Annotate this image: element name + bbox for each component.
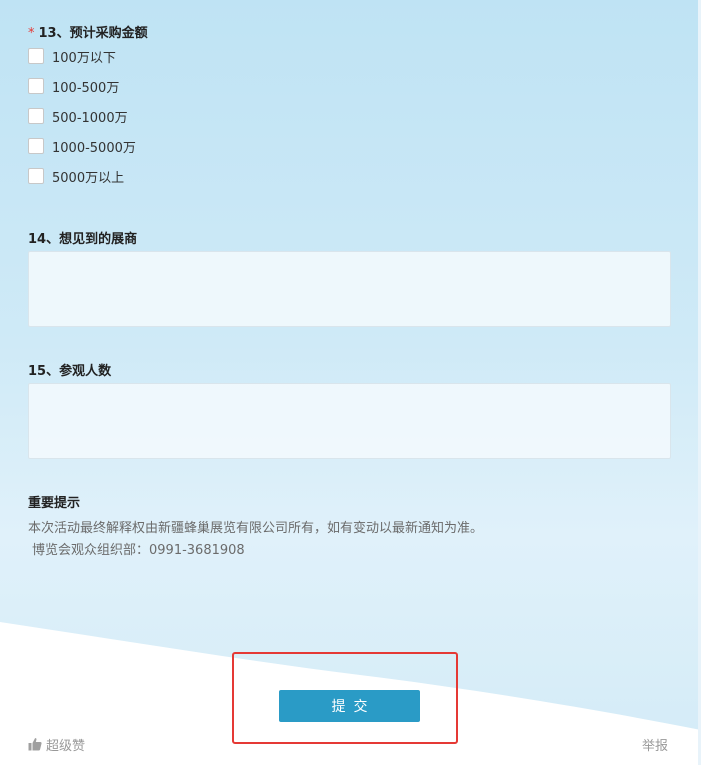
survey-form: * 13、预计采购金额 100万以下 100-500万 500-1000万 100… — [0, 0, 701, 765]
notice-title: 重要提示 — [28, 496, 81, 511]
checkbox[interactable] — [28, 48, 44, 64]
like-label: 超级赞 — [46, 738, 86, 754]
option-5m-10m[interactable]: 500-1000万 — [28, 107, 128, 126]
submit-button[interactable]: 提交 — [279, 690, 420, 722]
question-13-title: * 13、预计采购金额 — [28, 22, 148, 41]
option-under-1m[interactable]: 100万以下 — [28, 47, 116, 66]
like-button[interactable]: 超级赞 — [28, 735, 86, 754]
option-10m-50m[interactable]: 1000-5000万 — [28, 137, 136, 156]
option-label: 5000万以上 — [52, 170, 125, 186]
option-over-50m[interactable]: 5000万以上 — [28, 167, 125, 186]
option-label: 1000-5000万 — [52, 140, 136, 156]
question-14-title: 14、想见到的展商 — [28, 232, 138, 247]
notice-contact: 博览会观众组织部：0991-3681908 — [32, 543, 245, 558]
required-mark: * — [28, 26, 35, 41]
checkbox[interactable] — [28, 138, 44, 154]
option-1m-5m[interactable]: 100-500万 — [28, 77, 120, 96]
thumbs-up-icon — [28, 738, 42, 751]
checkbox[interactable] — [28, 78, 44, 94]
checkbox[interactable] — [28, 168, 44, 184]
notice-text: 本次活动最终解释权由新疆蜂巢展览有限公司所有，如有变动以最新通知为准。 — [28, 521, 484, 536]
exhibitors-input[interactable] — [28, 251, 671, 327]
question-13-label: 13、预计采购金额 — [38, 26, 148, 41]
checkbox[interactable] — [28, 108, 44, 124]
report-link[interactable]: 举报 — [642, 735, 668, 754]
option-label: 100-500万 — [52, 80, 120, 96]
option-label: 100万以下 — [52, 50, 116, 66]
question-15-title: 15、参观人数 — [28, 364, 112, 379]
option-label: 500-1000万 — [52, 110, 128, 126]
visitor-count-input[interactable] — [28, 383, 671, 459]
